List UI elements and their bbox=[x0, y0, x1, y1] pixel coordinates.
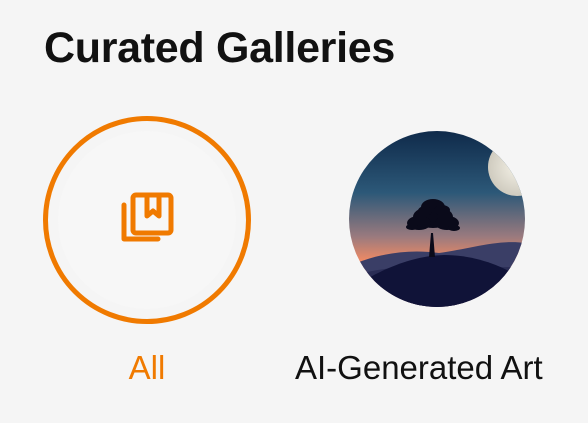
gallery-label-all: All bbox=[128, 349, 166, 386]
gallery-all-thumbnail bbox=[58, 131, 236, 309]
curated-galleries-section: Curated Galleries All AI-Generated Art bbox=[0, 0, 588, 423]
gallery-item-ai-generated-art[interactable]: AI-Generated Art bbox=[291, 116, 588, 391]
section-title: Curated Galleries bbox=[44, 24, 395, 72]
gallery-label-ai-generated-art: AI-Generated Art bbox=[295, 349, 543, 386]
gallery-collection-icon bbox=[118, 189, 176, 252]
tree-moon-landscape-thumbnail bbox=[349, 131, 525, 307]
selected-ring bbox=[43, 116, 251, 324]
gallery-item-all[interactable]: All bbox=[43, 116, 251, 391]
